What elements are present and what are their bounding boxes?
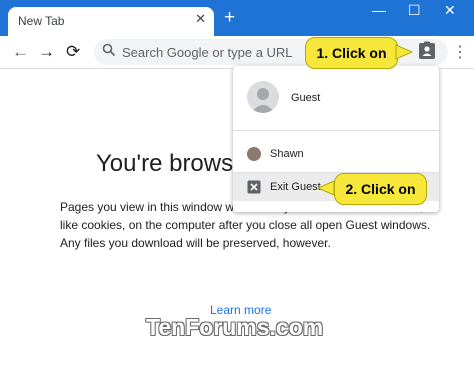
maximize-button[interactable]: ☐ (408, 2, 421, 19)
profile-button[interactable] (416, 40, 438, 62)
watermark: TenForums.com (146, 314, 324, 340)
title-bar: New Tab ✕ + — ☐ ✕ (0, 0, 474, 36)
minimize-button[interactable]: — (372, 2, 386, 18)
exit-guest-label: Exit Guest (270, 181, 321, 193)
exit-guest-icon (247, 180, 261, 199)
close-tab-icon[interactable]: ✕ (195, 11, 206, 27)
page-heading: You're browsi (96, 150, 239, 177)
guest-profile-icon (419, 41, 435, 59)
back-button[interactable]: ← (12, 42, 29, 62)
search-icon (102, 43, 116, 62)
reload-button[interactable]: ⟳ (66, 42, 80, 62)
chrome-menu-button[interactable]: ⋮ (452, 42, 468, 62)
shawn-avatar (247, 147, 261, 161)
window-close-button[interactable]: ✕ (444, 2, 456, 19)
guest-label: Guest (291, 92, 321, 104)
profile-item-shawn[interactable]: Shawn (270, 148, 304, 160)
guest-avatar-icon (247, 81, 279, 113)
divider (233, 130, 439, 131)
forward-button[interactable]: → (38, 42, 55, 62)
callout-step-2: 2. Click on (334, 173, 427, 205)
new-tab-button[interactable]: + (224, 8, 235, 28)
tab-title: New Tab (18, 14, 65, 28)
callout-step-1: 1. Click on (305, 37, 398, 69)
omnibox-placeholder: Search Google or type a URL (122, 45, 293, 60)
tab-new-tab[interactable]: New Tab ✕ (8, 7, 214, 36)
toolbar: ← → ⟳ Search Google or type a URL (0, 36, 474, 69)
